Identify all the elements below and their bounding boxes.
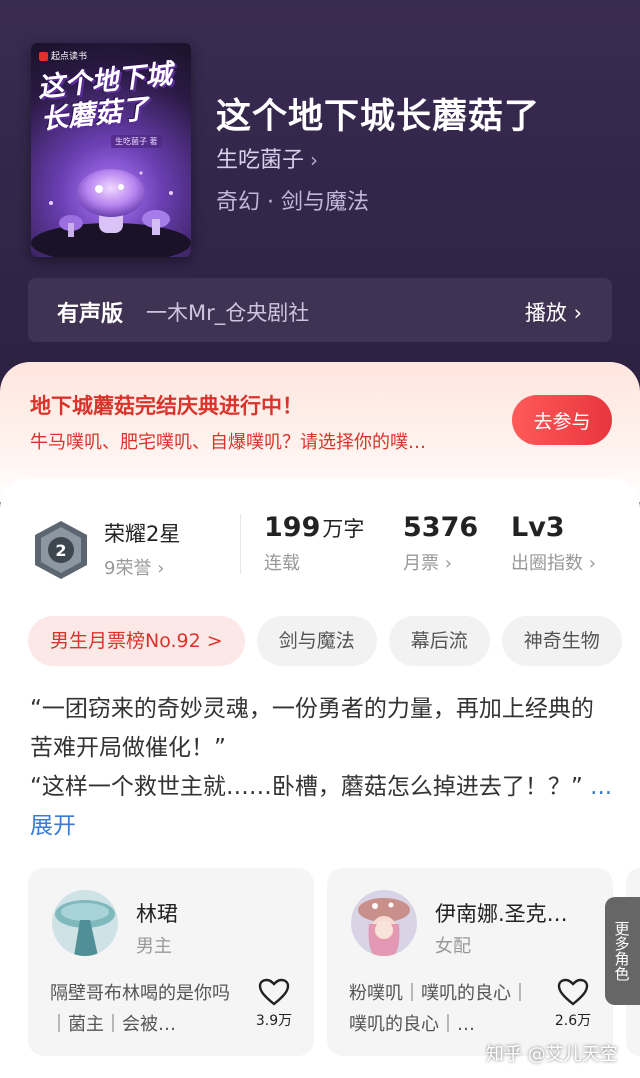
- more-roles-button[interactable]: 更多角色: [605, 897, 640, 1005]
- stat-unit: 万字: [322, 517, 365, 541]
- play-button[interactable]: 播放 ›: [525, 297, 582, 327]
- character-card[interactable]: 林珺 男主 隔壁哥布林喝的是你吗｜菌主｜会被… 3.9万: [28, 868, 314, 1056]
- like-count: 3.9万: [255, 1013, 293, 1029]
- heart-icon: [258, 978, 290, 1006]
- description-text: “一团窃来的奇妙灵魂，一份勇者的力量，再加上经典的苦难开局做催化！” “这样一个…: [30, 696, 594, 800]
- watermark: 知乎 @艾儿天空: [486, 1044, 618, 1065]
- honor-link[interactable]: 9荣誉 ›: [104, 554, 164, 580]
- stat-monthly-votes[interactable]: 5376 月票 ›: [403, 512, 478, 575]
- character-name: 伊南娜.圣克…: [435, 902, 568, 926]
- like-button[interactable]: 2.6万: [553, 978, 593, 1030]
- character-card[interactable]: 伊南娜.圣克… 女配 粉噗叽｜噗叽的良心｜噗叽的良心｜… 2.6万: [327, 868, 613, 1056]
- stat-caption: 出圈指数: [511, 553, 583, 574]
- stat-value: 199: [264, 512, 321, 543]
- stat-value: Lv3: [511, 512, 565, 543]
- publisher-text: 起点读书: [51, 52, 88, 62]
- stat-caption: 连载: [264, 553, 300, 574]
- chevron-right-icon: ›: [444, 553, 452, 574]
- character-avatar: [351, 890, 417, 956]
- stat-caption: 月票: [403, 553, 439, 574]
- play-label: 播放: [524, 301, 567, 325]
- audio-label: 有声版: [57, 302, 124, 327]
- honor-title: 荣耀2星: [104, 522, 181, 546]
- tag-rank[interactable]: 男生月票榜No.92 >: [28, 616, 245, 666]
- character-avatar: [52, 890, 118, 956]
- chevron-right-icon: ›: [310, 148, 319, 172]
- badge-number: 2: [55, 541, 66, 560]
- stats-divider: [240, 514, 241, 574]
- author-name: 生吃菌子: [216, 148, 305, 173]
- book-detail-panel: 2 荣耀2星 9荣誉 › 199万字 连载 5376 月票 › Lv3 出圈指数…: [0, 478, 640, 1078]
- tag-item[interactable]: 神奇生物: [501, 616, 622, 666]
- character-description: 隔壁哥布林喝的是你吗｜菌主｜会被…: [50, 983, 230, 1035]
- cover-author: 生吃菌子 著: [111, 135, 162, 148]
- audio-version-bar[interactable]: 有声版 一木Mr_仓央剧社 播放 ›: [28, 278, 612, 342]
- like-count: 2.6万: [554, 1013, 592, 1029]
- stat-popularity[interactable]: Lv3 出圈指数 ›: [511, 512, 596, 575]
- character-role: 女配: [435, 936, 471, 957]
- chevron-right-icon: ›: [573, 301, 582, 325]
- like-button[interactable]: 3.9万: [254, 978, 294, 1030]
- tag-item[interactable]: 剑与魔法: [256, 616, 377, 666]
- promo-subtitle: 牛马噗叽、肥宅噗叽、自爆噗叽？请选择你的噗…: [30, 432, 426, 453]
- honor-count: 9荣誉: [104, 558, 152, 579]
- stat-value: 5376: [403, 512, 479, 543]
- join-button[interactable]: 去参与: [512, 395, 612, 445]
- audio-narrator: 一木Mr_仓央剧社: [146, 301, 310, 325]
- book-title: 这个地下城长蘑菇了: [216, 97, 541, 137]
- book-description[interactable]: “一团窃来的奇妙灵魂，一份勇者的力量，再加上经典的苦难开局做催化！” “这样一个…: [30, 690, 614, 846]
- tag-list: 男生月票榜No.92 > 剑与魔法 幕后流 神奇生物: [28, 616, 640, 668]
- chevron-right-icon: ›: [588, 553, 596, 574]
- publisher-label: 起点读书: [39, 49, 87, 62]
- character-description: 粉噗叽｜噗叽的良心｜噗叽的良心｜…: [349, 983, 529, 1035]
- author-link[interactable]: 生吃菌子 ›: [216, 142, 318, 174]
- book-header: 起点读书 这个地下城长蘑菇了 生吃菌子 著 这个地下城长蘑菇了 生吃菌子 › 奇幻…: [0, 0, 640, 420]
- character-name: 林珺: [136, 902, 178, 926]
- publisher-logo-icon: [39, 52, 48, 61]
- character-role: 男主: [136, 936, 172, 957]
- heart-icon: [557, 978, 589, 1006]
- stat-word-count: 199万字 连载: [264, 512, 364, 575]
- promo-title: 地下城蘑菇完结庆典进行中！: [30, 394, 303, 418]
- tag-item[interactable]: 幕后流: [388, 616, 490, 666]
- chevron-right-icon: ›: [157, 558, 165, 579]
- book-cover[interactable]: 起点读书 这个地下城长蘑菇了 生吃菌子 著: [31, 43, 191, 257]
- book-genre: 奇幻 · 剑与魔法: [216, 190, 369, 215]
- honor-badge-icon: 2: [35, 521, 87, 579]
